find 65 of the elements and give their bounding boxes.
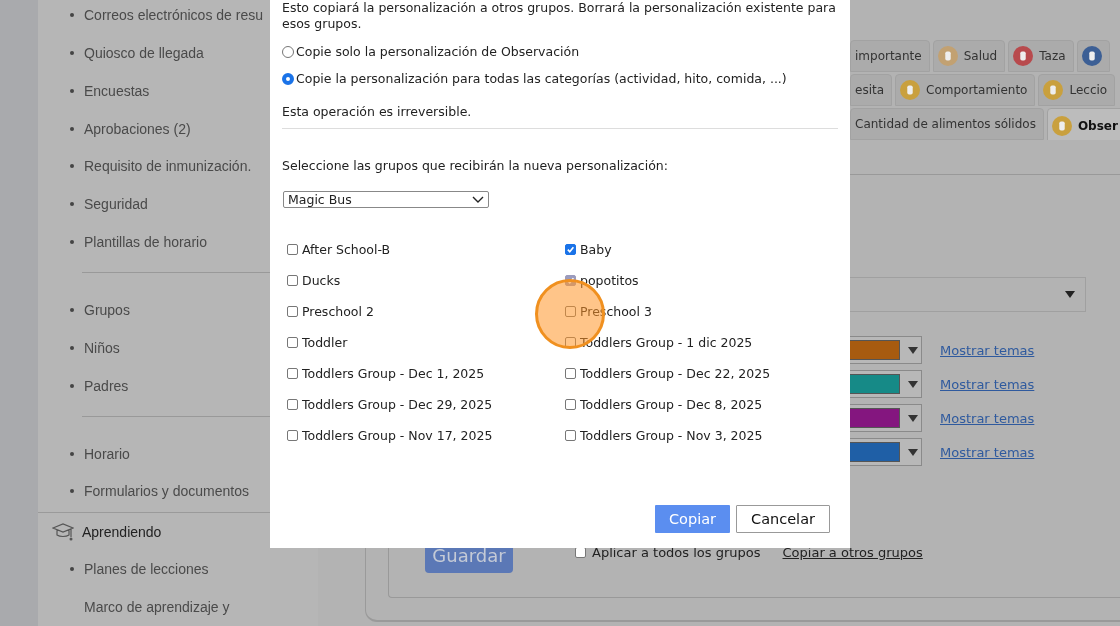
group-label: Ducks [302, 272, 341, 288]
warning-text: Esta operación es irreversible. [282, 104, 838, 129]
category-tab[interactable]: Obser [1046, 108, 1120, 140]
checkbox[interactable] [565, 305, 576, 317]
group-select[interactable]: Magic Bus [283, 191, 489, 208]
group-label: After School-B [302, 241, 391, 257]
category-tab[interactable]: Taza [1008, 40, 1074, 72]
group-label: Toddler [302, 334, 348, 350]
group-label: popotitos [580, 272, 639, 288]
color-picker[interactable] [850, 336, 922, 364]
checkbox[interactable] [287, 243, 298, 255]
sidebar-item[interactable]: Marco de aprendizaje y [38, 588, 318, 626]
chevron-icon [472, 195, 484, 204]
caret-icon [908, 380, 918, 388]
option-label: Copie solo la personalización de Observación [296, 44, 580, 59]
checkbox[interactable] [565, 243, 576, 255]
sidebar-item[interactable]: Formularios y documentos [38, 472, 318, 511]
radio-button[interactable] [282, 45, 294, 58]
color-picker[interactable] [850, 404, 922, 432]
caret-icon [908, 448, 918, 456]
category-tab[interactable]: Leccio [1038, 74, 1116, 106]
checkbox[interactable] [565, 367, 576, 379]
prompt-text: Seleccione las grupos que recibirán la nueva personalización: [282, 158, 669, 173]
checkbox[interactable] [287, 305, 298, 317]
caret-icon [908, 346, 918, 354]
group-label: Toddlers Group - Dec 29, 2025 [302, 396, 493, 412]
category-tab[interactable]: importante [850, 40, 930, 72]
group-label: Baby [580, 241, 612, 257]
apply-all-label: Aplicar a todos los grupos [592, 545, 761, 560]
checkbox[interactable] [287, 429, 298, 441]
checkbox[interactable] [287, 398, 298, 410]
intro-text: Esto copiará la personalización a otros grupos. Borrará la personalización existente para esos grupos. [282, 0, 837, 32]
checkbox[interactable] [565, 336, 576, 348]
cancel-button[interactable]: Cancelar [736, 505, 830, 533]
group-label: Toddlers Group - Dec 22, 2025 [580, 365, 771, 381]
section-title[interactable]: Aprendiendo [82, 523, 162, 540]
option-label: Copie la personalización para todas las categorías (actividad, hito, comida, ...) [296, 71, 787, 86]
show-themes-link[interactable]: Mostrar temas [940, 376, 1035, 392]
caret-icon [908, 414, 918, 422]
show-themes-link[interactable]: Mostrar temas [940, 342, 1035, 358]
sidebar-item[interactable]: Planes de lecciones [38, 550, 318, 589]
category-tab[interactable]: Comportamiento [895, 74, 1036, 106]
group-label: Toddlers Group - Dec 1, 2025 [302, 365, 485, 381]
category-tab[interactable] [1076, 40, 1110, 72]
group-label: Toddlers Group - Nov 3, 2025 [580, 427, 763, 443]
checkbox[interactable] [565, 429, 576, 441]
group-label: Toddlers Group - Nov 17, 2025 [302, 427, 493, 443]
radio-button[interactable] [282, 72, 294, 85]
checkbox[interactable] [287, 274, 298, 286]
graduation-cap-icon [52, 521, 74, 542]
checkbox[interactable] [287, 336, 298, 348]
checkbox[interactable] [565, 398, 576, 410]
category-tab[interactable]: Salud [932, 40, 1006, 72]
caret-icon [1064, 291, 1075, 298]
show-themes-link[interactable]: Mostrar temas [940, 410, 1035, 426]
color-picker[interactable] [850, 438, 922, 466]
group-label: Preschool 2 [302, 303, 374, 319]
show-themes-link[interactable]: Mostrar temas [940, 444, 1035, 460]
category-tab[interactable]: esita [850, 74, 893, 106]
copy-to-groups-link[interactable]: Copiar a otros grupos [782, 545, 923, 560]
category-tab[interactable]: Cantidad de alimentos sólidos [850, 108, 1044, 140]
checkbox[interactable] [287, 367, 298, 379]
copy-button[interactable]: Copiar [654, 505, 731, 533]
color-picker[interactable] [850, 370, 922, 398]
group-label: Toddlers Group - Dec 8, 2025 [580, 396, 763, 412]
